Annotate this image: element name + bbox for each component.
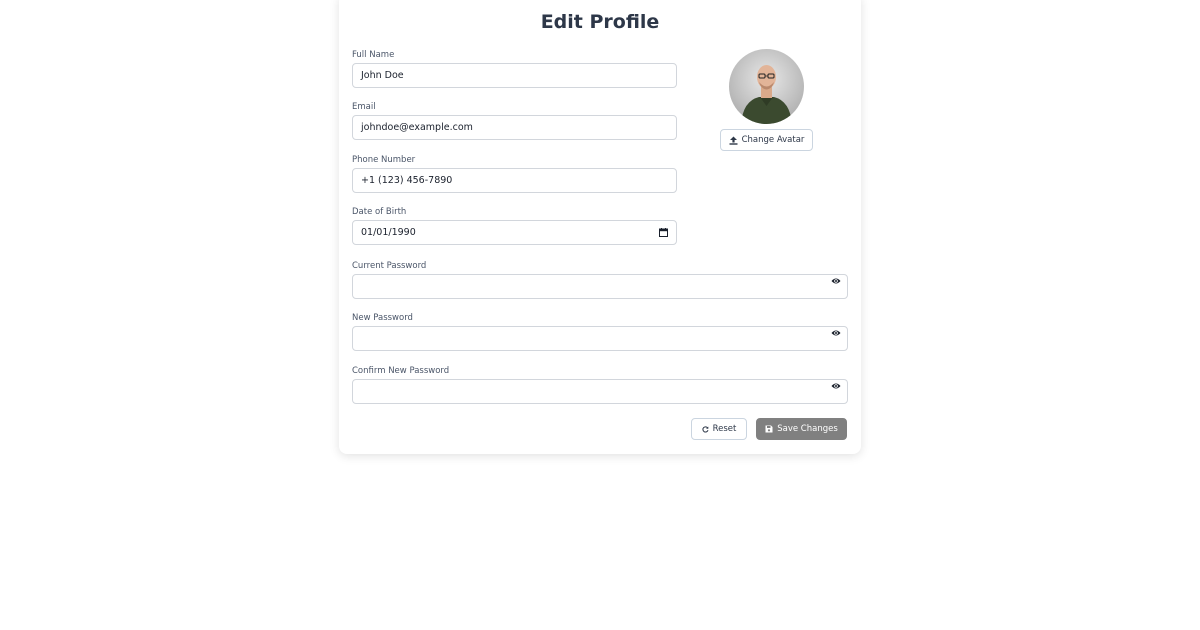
dob-value: 01/01/1990 — [361, 227, 416, 238]
reset-label: Reset — [712, 424, 737, 434]
edit-profile-card: Edit Profile Full Name John Doe Email jo… — [339, 0, 861, 454]
calendar-icon[interactable] — [659, 228, 668, 237]
current-password-label: Current Password — [352, 261, 427, 271]
email-value: johndoe@example.com — [361, 122, 473, 133]
save-changes-label: Save Changes — [777, 424, 838, 434]
change-avatar-label: Change Avatar — [741, 135, 805, 145]
upload-icon — [729, 136, 738, 145]
reset-icon — [702, 425, 709, 433]
avatar — [729, 49, 804, 124]
confirm-password-label: Confirm New Password — [352, 366, 450, 376]
full-name-label: Full Name — [352, 50, 395, 60]
dob-field[interactable]: 01/01/1990 — [352, 220, 677, 245]
save-changes-button[interactable]: Save Changes — [756, 418, 847, 440]
reset-button[interactable]: Reset — [691, 418, 747, 440]
save-icon — [765, 425, 773, 433]
change-avatar-button[interactable]: Change Avatar — [720, 129, 813, 151]
email-label: Email — [352, 102, 376, 112]
new-password-field[interactable] — [352, 326, 848, 351]
full-name-field[interactable]: John Doe — [352, 63, 677, 88]
dob-label: Date of Birth — [352, 207, 407, 217]
page-title: Edit Profile — [540, 11, 660, 33]
phone-field[interactable]: +1 (123) 456-7890 — [352, 168, 677, 193]
confirm-password-field[interactable] — [352, 379, 848, 404]
phone-label: Phone Number — [352, 155, 416, 165]
eye-icon[interactable] — [831, 382, 841, 390]
email-field[interactable]: johndoe@example.com — [352, 115, 677, 140]
eye-icon[interactable] — [831, 277, 841, 285]
phone-value: +1 (123) 456-7890 — [361, 175, 453, 186]
current-password-field[interactable] — [352, 274, 848, 299]
full-name-value: John Doe — [361, 70, 404, 81]
new-password-label: New Password — [352, 313, 413, 323]
eye-icon[interactable] — [831, 329, 841, 337]
